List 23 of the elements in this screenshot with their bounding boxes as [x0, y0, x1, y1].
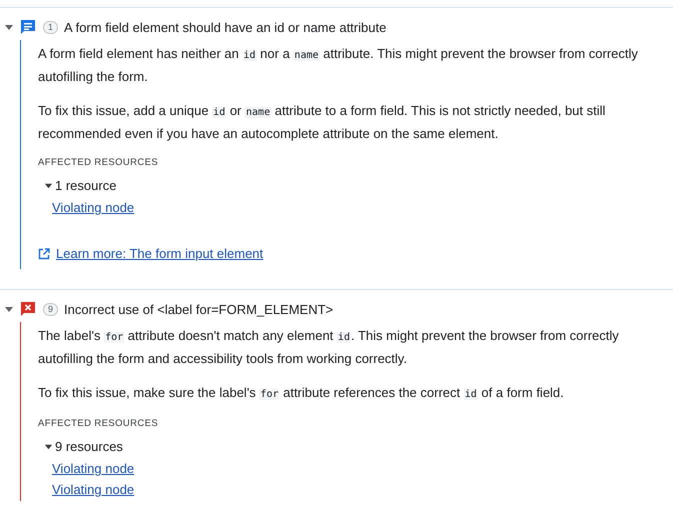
caret-icon[interactable] — [44, 180, 53, 190]
issue-description: The label's for attribute doesn't match any element id. This might prevent the browser from correctly autofilling the form and accessibility tools from working correctly. — [38, 327, 620, 368]
count-badge: 1 — [43, 20, 58, 34]
caret-icon[interactable] — [44, 442, 53, 450]
message-icon — [20, 19, 36, 35]
external-link-icon — [38, 248, 50, 260]
count-badge: 9 — [43, 302, 58, 316]
error-icon — [20, 301, 36, 317]
issue-title[interactable]: Incorrect use of <label for=FORM_ELEMENT> — [64, 302, 334, 316]
resource-count[interactable]: 9 resources — [55, 438, 123, 454]
learn-more-link[interactable]: Learn more: The form input element — [56, 246, 264, 261]
violating-node-link[interactable]: Violating node — [52, 200, 134, 215]
issue-description: A form field element has neither an id nor a name attribute. This might prevent the browser from correctly autofilling the form. — [38, 45, 639, 86]
issue-description: To fix this issue, add a unique id or name attribute to a form field. This is not strictly needed, but still recommended even if you have an autocomplete attribute on the same element. — [38, 102, 606, 143]
caret-icon[interactable] — [4, 304, 14, 314]
section-heading: AFFECTED RESOURCES — [38, 157, 160, 168]
issue-description: To fix this issue, make sure the label's for attribute references the correct id of a form field. — [38, 384, 565, 402]
violating-node-link[interactable]: Violating node — [52, 482, 134, 497]
caret-icon[interactable] — [4, 22, 14, 32]
violating-node-link[interactable]: Violating node — [52, 461, 134, 476]
issue-title[interactable]: A form field element should have an id or name attribute — [64, 20, 386, 34]
resource-count[interactable]: 1 resource — [55, 178, 116, 192]
section-heading: AFFECTED RESOURCES — [38, 418, 160, 429]
